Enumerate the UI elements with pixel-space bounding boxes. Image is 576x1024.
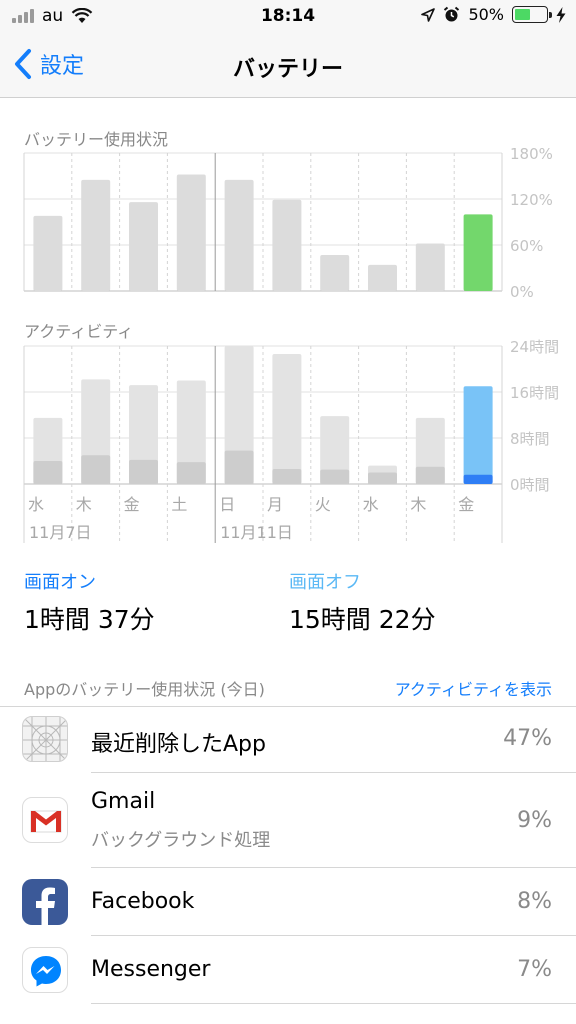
date-label: 11月7日 xyxy=(29,523,92,542)
day-label: 日 xyxy=(219,495,235,514)
day-label: 木 xyxy=(76,495,92,514)
app-row-deleted[interactable]: 最近削除したApp 47% xyxy=(0,707,576,773)
app-row-messenger[interactable]: Messenger 7% xyxy=(0,936,576,1004)
screen-off-value: 15時間 22分 xyxy=(289,605,436,634)
battery-bar xyxy=(368,264,397,291)
app-name: Messenger xyxy=(91,957,211,982)
battery-bar xyxy=(129,202,158,291)
activity-bar-on xyxy=(81,455,111,484)
battery-bar xyxy=(272,199,302,291)
activity-bar-on xyxy=(272,469,302,484)
battery-bar xyxy=(463,214,493,291)
messenger-icon xyxy=(22,947,68,993)
app-row-gmail[interactable]: Gmail バックグラウンド処理 9% xyxy=(0,773,576,868)
screen-on-value: 1時間 37分 xyxy=(24,605,155,634)
date-label: 11月11日 xyxy=(220,523,293,542)
activity-bar-on xyxy=(33,461,63,484)
app-name: Facebook xyxy=(91,889,195,914)
battery-bar xyxy=(224,179,254,291)
activity-bar-on xyxy=(415,466,445,484)
facebook-icon xyxy=(22,879,68,925)
app-name: 最近削除したApp xyxy=(91,732,266,757)
y-tick-label: 16時間 xyxy=(510,384,559,402)
battery-bar xyxy=(415,243,445,291)
activity-bar-on xyxy=(224,450,254,484)
deleted-app-icon xyxy=(22,716,68,762)
app-subtitle: バックグラウンド処理 xyxy=(91,830,271,851)
activity-bar-on xyxy=(463,474,493,484)
app-percent: 47% xyxy=(503,726,552,751)
activity-bar-off xyxy=(272,354,302,484)
app-percent: 8% xyxy=(517,889,552,914)
day-label: 水 xyxy=(28,495,44,514)
activity-bar-on xyxy=(368,472,397,484)
day-label: 月 xyxy=(267,495,283,514)
show-activity-link[interactable]: アクティビティを表示 xyxy=(395,676,552,700)
battery-bar xyxy=(176,174,206,291)
day-label: 金 xyxy=(124,495,140,514)
app-usage-header: Appのバッテリー使用状況 (今日) xyxy=(24,680,265,699)
gmail-icon xyxy=(22,797,68,843)
day-label: 木 xyxy=(410,495,426,514)
app-percent: 7% xyxy=(517,957,552,982)
app-name: Gmail xyxy=(91,789,156,814)
y-tick-label: 180% xyxy=(510,145,553,163)
day-label: 土 xyxy=(171,495,187,514)
battery-bar xyxy=(33,215,63,291)
battery-bar xyxy=(320,254,350,291)
day-label: 金 xyxy=(458,495,474,514)
app-row-facebook[interactable]: Facebook 8% xyxy=(0,868,576,936)
battery-bar xyxy=(81,179,111,291)
screen-on-label: 画面オン xyxy=(24,572,96,593)
day-label: 水 xyxy=(363,495,379,514)
activity-bar-on xyxy=(129,459,158,484)
activity-bar-on xyxy=(320,469,350,484)
battery-activity-charts: 180% 120% 60% 0% 24時間 16時間 8時間 0時間水 木 金 土 日 月 火 水 木 金 11月… xyxy=(23,145,559,543)
app-percent: 9% xyxy=(517,808,552,833)
divider xyxy=(91,1003,576,1004)
activity-bar-on xyxy=(176,462,206,484)
day-label: 火 xyxy=(315,495,331,514)
y-tick-label: 0% xyxy=(510,283,534,301)
y-tick-label: 60% xyxy=(510,237,543,255)
y-tick-label: 120% xyxy=(510,191,553,209)
y-tick-label: 8時間 xyxy=(510,430,550,448)
y-tick-label: 24時間 xyxy=(510,338,559,356)
y-tick-label: 0時間 xyxy=(510,476,550,494)
screen-off-label: 画面オフ xyxy=(289,572,361,593)
activity-bar-off xyxy=(463,386,493,484)
